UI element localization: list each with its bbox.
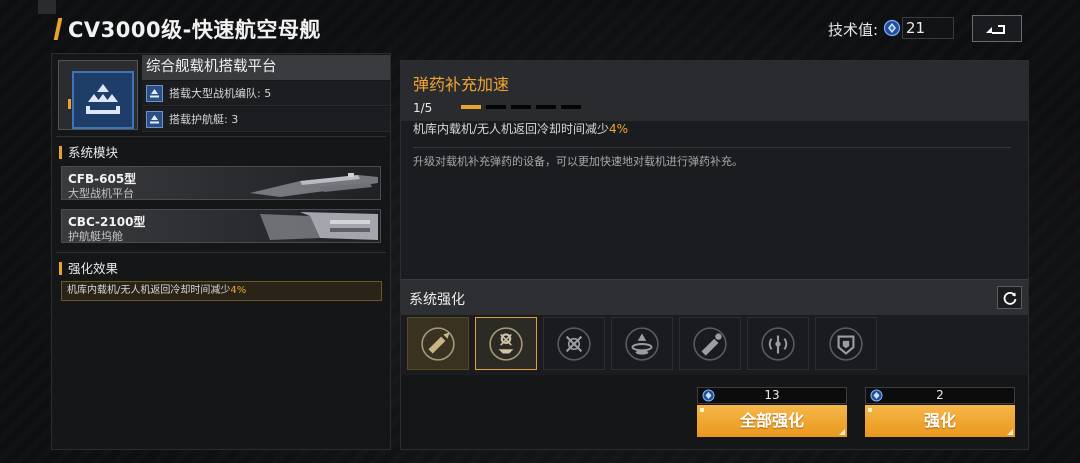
level-segment <box>486 105 506 109</box>
platform-stat-label: 搭载大型战机编队: 5 <box>169 87 272 100</box>
carrier-platform-icon <box>72 71 134 129</box>
enhance-all-block: 13 全部强化 <box>697 387 847 437</box>
upgrade-effect-value: 4% <box>609 122 629 136</box>
tech-points-value: 21 <box>902 17 954 39</box>
upgrade-effect: 机库内载机/无人机返回冷却时间减少4% <box>413 120 628 137</box>
platform-title: 综合舰载机搭载平台 <box>142 55 390 80</box>
modules-heading: 系统模块 <box>59 146 118 159</box>
button-corner-dot <box>868 408 872 412</box>
aircraft-squadron-icon <box>146 84 163 102</box>
button-corner-notch <box>839 429 845 435</box>
enhance-all-button[interactable]: 全部强化 <box>697 405 847 437</box>
tech-crystal-icon <box>883 19 901 37</box>
enhance-all-cost-value: 13 <box>764 388 780 402</box>
effect-value: 4% <box>230 285 247 296</box>
divider <box>413 147 1011 148</box>
upgrade-title: 弹药补充加速 <box>413 75 510 94</box>
button-corner-notch <box>1007 429 1013 435</box>
enhance-slot[interactable] <box>747 317 809 370</box>
enhance-slot[interactable] <box>543 317 605 370</box>
hangar-cooldown-icon <box>557 326 591 361</box>
selection-accent <box>68 99 71 109</box>
back-return-icon <box>986 24 1005 34</box>
level-segment <box>511 105 531 109</box>
platform-stat-label: 搭载护航艇: 3 <box>169 113 239 126</box>
upgrade-level: 1/5 <box>413 101 433 115</box>
effect-heading: 强化效果 <box>59 262 118 275</box>
divider <box>56 136 386 137</box>
level-segment <box>461 105 481 109</box>
detail-header: 弹药补充加速 1/5 <box>401 61 1028 121</box>
upgrade-description: 升级对载机补充弹药的设备，可以更加快速地对载机进行弹药补充。 <box>413 155 743 168</box>
system-enhance-title: 系统强化 <box>409 292 465 308</box>
platform-stat-row: 搭载护航艇: 3 <box>142 107 390 132</box>
signal-tower-icon <box>761 326 795 361</box>
platform-icon-frame[interactable] <box>58 60 138 130</box>
enhance-slot[interactable] <box>475 317 537 370</box>
escort-dock-art-icon <box>260 212 378 240</box>
module-card-cfb605[interactable]: CFB-605型 大型战机平台 <box>61 166 381 200</box>
page-title: CV3000级-快速航空母舰 <box>68 18 321 42</box>
torpedo-icon <box>693 326 727 361</box>
system-enhance-header: 系统强化 <box>401 279 1028 315</box>
enhance-slot[interactable] <box>611 317 673 370</box>
module-subtitle: 大型战机平台 <box>68 187 134 200</box>
divider <box>56 252 386 253</box>
level-segment <box>561 105 581 109</box>
upgrade-effect-text: 机库内载机/无人机返回冷却时间减少 <box>413 122 610 136</box>
enhance-all-label: 全部强化 <box>739 411 804 430</box>
refresh-button[interactable] <box>997 286 1022 309</box>
landing-beacon-icon <box>625 326 659 361</box>
enhance-cost: 2 <box>865 387 1015 404</box>
corner-decoration <box>38 0 56 14</box>
enhance-all-cost: 13 <box>697 387 847 404</box>
fighter-platform-art-icon <box>250 173 378 197</box>
enhance-button[interactable]: 强化 <box>865 405 1015 437</box>
enhance-block: 2 强化 <box>865 387 1015 437</box>
button-corner-dot <box>700 408 704 412</box>
enhance-slot[interactable] <box>407 317 469 370</box>
platform-stat-row: 搭载大型战机编队: 5 <box>142 81 390 106</box>
header: CV3000级-快速航空母舰 技术值: 21 <box>0 0 1080 56</box>
enhance-slot[interactable] <box>815 317 877 370</box>
effect-summary: 机库内载机/无人机返回冷却时间减少4% <box>61 281 382 301</box>
tech-points-label: 技术值: <box>828 21 879 39</box>
armor-plate-icon <box>829 326 863 361</box>
module-card-cbc2100[interactable]: CBC-2100型 护航艇坞舱 <box>61 209 381 243</box>
enhance-label: 强化 <box>923 411 956 430</box>
ammo-reload-icon <box>489 326 523 361</box>
enhance-cost-value: 2 <box>936 388 944 402</box>
ship-info-panel: 综合舰载机搭载平台 搭载大型战机编队: 5 搭载护航艇: 3 系统模块 CFB-… <box>51 53 391 450</box>
effect-text: 机库内载机/无人机返回冷却时间减少 <box>67 285 231 296</box>
enhance-slot[interactable] <box>679 317 741 370</box>
missile-pod-icon <box>421 326 455 361</box>
upgrade-detail-panel: 弹药补充加速 1/5 机库内载机/无人机返回冷却时间减少4% 升级对载机补充弹药… <box>400 60 1029 450</box>
module-subtitle: 护航艇坞舱 <box>68 230 123 243</box>
back-button[interactable] <box>972 15 1022 42</box>
escort-boat-icon <box>146 110 163 128</box>
title-accent-bar <box>53 18 63 40</box>
level-segment <box>536 105 556 109</box>
refresh-icon <box>1003 291 1016 305</box>
